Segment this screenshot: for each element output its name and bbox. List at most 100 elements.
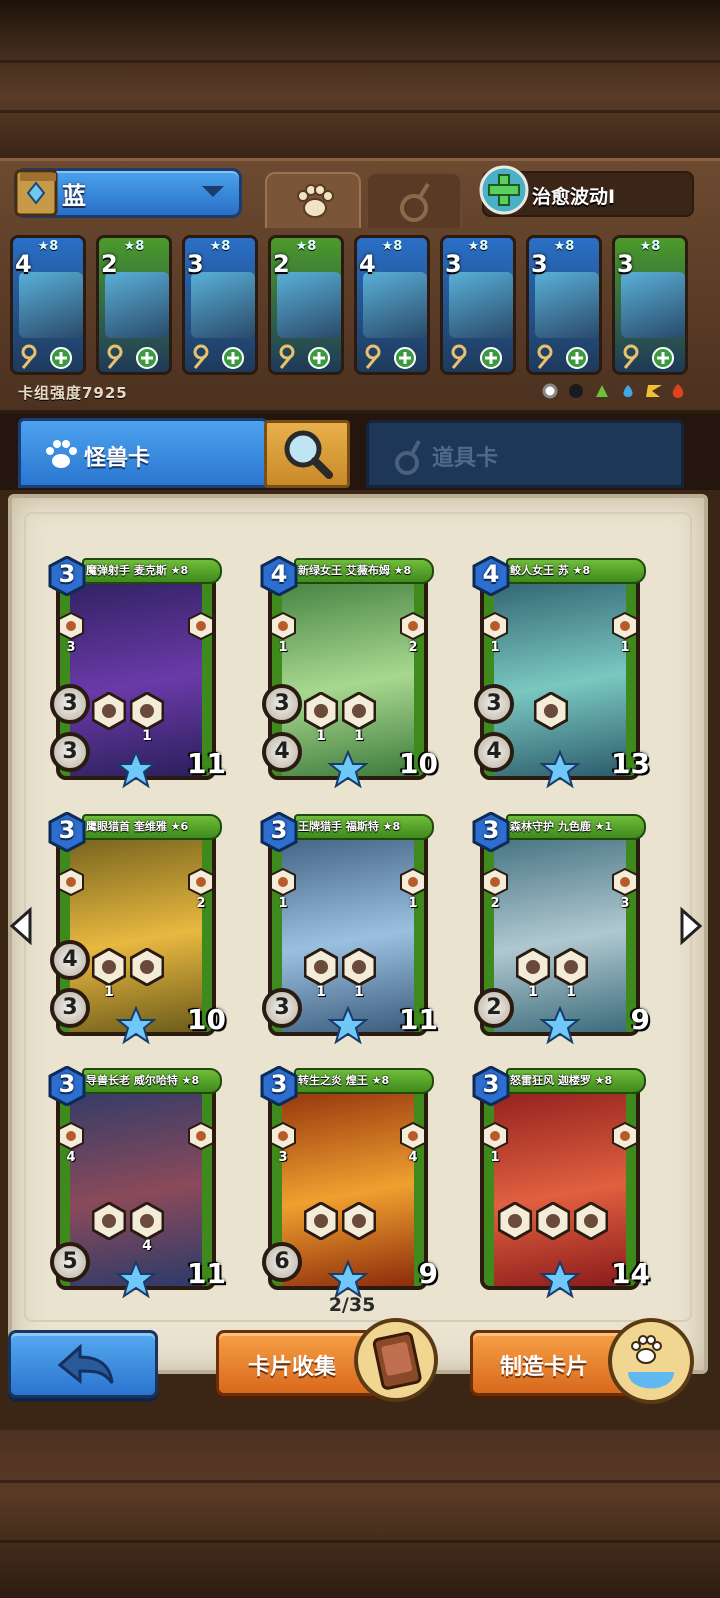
monster-card[interactable]: 新绿女王 艾薇布姆 ★8 4 1 2 1 1 3 4 10	[260, 556, 438, 789]
monster-card[interactable]: 转生之炎 煌王 ★8 3 3 4 6 9	[260, 1066, 438, 1299]
element-filter-icons	[542, 383, 684, 399]
key-icon	[365, 344, 416, 369]
defense-badge: 2	[474, 988, 514, 1028]
monster-card[interactable]: 怒雷狂风 迦楼罗 ★8 3 1 14	[472, 1066, 650, 1299]
tab-item-cards[interactable]	[366, 420, 684, 488]
defense-value: 4	[274, 739, 290, 764]
defense-badge: 4	[262, 732, 302, 772]
side-skill-icon	[188, 611, 214, 641]
card-hp: 9	[418, 1257, 438, 1290]
plank-divider	[0, 1480, 720, 1483]
card-title: 王牌猎手 福斯特 ★8	[298, 820, 401, 833]
monster-card[interactable]: 鲛人女王 苏 ★8 4 1 1 3 4 13	[472, 556, 650, 789]
chevron-down-icon[interactable]	[202, 186, 224, 197]
side-skill-icon: 1	[482, 611, 508, 655]
ability-value: 1	[354, 984, 364, 1000]
deck-mini-card[interactable]: ★8 3	[612, 235, 688, 375]
star-gem-icon	[327, 1006, 369, 1045]
side-skill-icon	[58, 867, 84, 897]
potion-paw-icon[interactable]	[606, 1316, 696, 1406]
mini-card-cost: 2	[273, 250, 290, 278]
key-icon	[279, 344, 330, 369]
chevron-right-icon[interactable]	[676, 906, 704, 946]
defense-badge: 5	[50, 1242, 90, 1282]
side-skill-icon: 1	[270, 867, 296, 911]
mini-card-art	[19, 272, 83, 338]
card-title: 新绿女王 艾薇布姆 ★8	[298, 564, 412, 577]
defense-value: 3	[62, 995, 78, 1020]
key-icon	[537, 344, 588, 369]
side-skill-icon: 2	[482, 867, 508, 911]
water-element-icon	[623, 385, 633, 397]
ability-icon: 1	[303, 691, 339, 744]
card-album-icon[interactable]	[352, 1316, 440, 1404]
monster-card[interactable]: 森林守护 九色鹿 ★1 3 2 3 1 1 2 9	[472, 812, 650, 1045]
deck-mini-card[interactable]: ★8 4	[10, 235, 86, 375]
ability-icon	[129, 947, 165, 987]
tab-deck-item[interactable]	[366, 172, 462, 228]
card-cost: 3	[58, 1070, 76, 1098]
side-skill-value: 1	[408, 896, 418, 911]
key-icon	[21, 344, 72, 369]
side-skill-icon	[612, 1121, 638, 1151]
side-skill-icon: 1	[482, 1121, 508, 1165]
attack-value: 4	[62, 947, 78, 972]
card-cost: 4	[482, 560, 500, 588]
defense-badge: 3	[50, 988, 90, 1028]
mini-card-cost: 3	[531, 250, 548, 278]
star-gem-icon	[115, 1006, 157, 1045]
monster-card[interactable]: 王牌猎手 福斯特 ★8 3 1 1 1 1 3 11	[260, 812, 438, 1045]
ability-value: 1	[316, 728, 326, 744]
plank-divider	[0, 1540, 720, 1543]
card-hp: 10	[399, 747, 438, 780]
attack-badge: 3	[50, 684, 90, 724]
ability-icon	[303, 1201, 339, 1241]
ability-icon	[341, 1201, 377, 1241]
monster-card[interactable]: 魔弹射手 麦克斯 ★8 3 3 1 3 3 11	[48, 556, 226, 789]
side-skill-icon: 4	[400, 1121, 426, 1165]
side-skill-value: 3	[66, 640, 76, 655]
ability-value: 1	[104, 984, 114, 1000]
attack-value: 3	[486, 691, 502, 716]
card-hp: 11	[187, 1257, 226, 1290]
ability-value: 1	[316, 984, 326, 1000]
back-button[interactable]	[8, 1330, 158, 1398]
side-skill-icon: 3	[58, 611, 84, 655]
deck-mini-card[interactable]: ★8 3	[182, 235, 258, 375]
deck-strength: 卡组强度7925	[18, 384, 128, 402]
monster-card[interactable]: 鹰眼猎首 奎维雅 ★6 3 2 1 4 3 10	[48, 812, 226, 1045]
mini-card-cost: 4	[15, 250, 32, 278]
defense-value: 5	[62, 1249, 78, 1274]
page-indicator: 2/35	[328, 1294, 376, 1316]
search-button[interactable]	[264, 420, 350, 488]
plank-divider	[0, 60, 720, 63]
defense-badge: 3	[50, 732, 90, 772]
mini-card-art	[277, 272, 341, 338]
deck-mini-card[interactable]: ★8 2	[96, 235, 172, 375]
key-icon	[451, 344, 502, 369]
side-skill-value: 3	[620, 896, 630, 911]
deck-name: 蓝	[62, 182, 86, 210]
card-cost: 3	[482, 816, 500, 844]
defense-badge: 3	[262, 988, 302, 1028]
mini-card-cost: 3	[187, 250, 204, 278]
mini-card-cost: 2	[101, 250, 118, 278]
deck-mini-card[interactable]: ★8 3	[526, 235, 602, 375]
attack-badge: 3	[262, 684, 302, 724]
card-title: 森林守护 九色鹿 ★1	[510, 820, 613, 833]
card-cost: 3	[58, 560, 76, 588]
mini-card-cost: 4	[359, 250, 376, 278]
defense-badge: 4	[474, 732, 514, 772]
monster-card[interactable]: 导兽长老 威尔哈特 ★8 3 4 4 5 11	[48, 1066, 226, 1299]
bottom-background	[0, 1420, 720, 1598]
ability-icon: 1	[515, 947, 551, 1000]
tab-deck-monster[interactable]	[265, 172, 361, 228]
mini-card-cost: 3	[617, 250, 634, 278]
deck-mini-card[interactable]: ★8 3	[440, 235, 516, 375]
side-skill-icon: 1	[612, 611, 638, 655]
chevron-left-icon[interactable]	[8, 906, 36, 946]
deck-mini-card[interactable]: ★8 2	[268, 235, 344, 375]
attack-badge: 4	[50, 940, 90, 980]
deck-mini-card[interactable]: ★8 4	[354, 235, 430, 375]
side-skill-value: 1	[278, 640, 288, 655]
